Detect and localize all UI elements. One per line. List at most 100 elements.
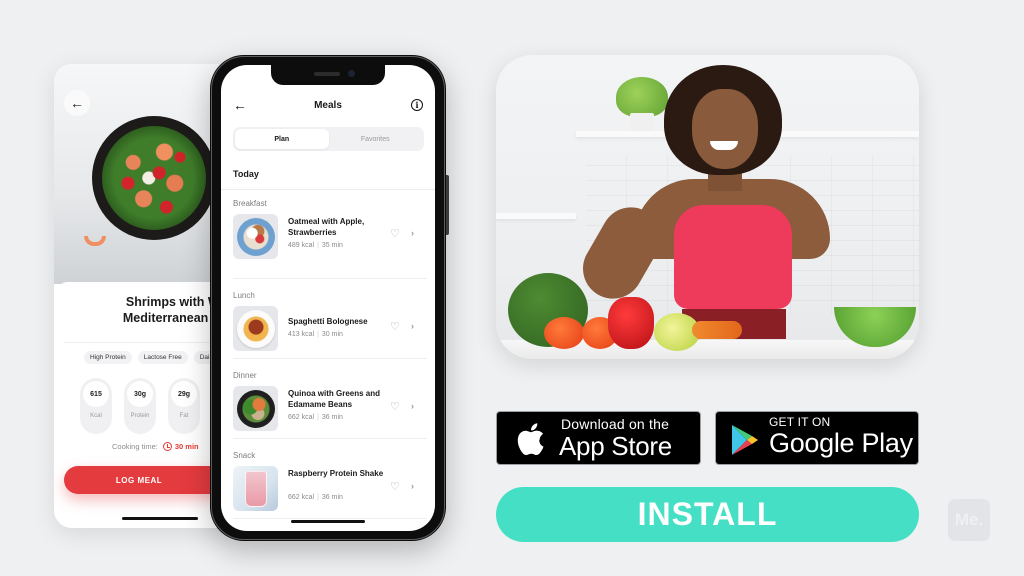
meal-info-card: Shrimps with Warm Mediterranean Salad Hi… [54,282,234,528]
chevron-right-icon[interactable]: › [411,481,414,491]
meal-thumbnail [233,466,278,511]
google-play-icon [732,425,758,455]
plant-pot [630,113,654,131]
speaker-grille [314,72,340,76]
meal-meta: 662 kcal | 36 min [288,414,343,421]
day-label: Today [233,169,259,179]
nutrition-value: 615 [83,381,109,407]
shake-image [244,470,267,507]
section-label: Lunch [233,291,255,300]
shelf [496,213,576,219]
meal-time: 35 min [321,242,343,249]
google-play-big-text: Google Play [769,428,913,458]
section-label: Snack [233,451,256,460]
heart-icon[interactable]: ♡ [390,400,400,413]
home-indicator [122,517,198,520]
app-store-big-text: App Store [559,431,672,461]
meal-meta: 662 kcal | 36 min [288,494,343,501]
meal-section-lunch[interactable]: Lunch Spaghetti Bolognese 413 kcal | 30 mi… [233,279,427,359]
sports-top [674,205,792,309]
google-play-small-text: GET IT ON [769,415,831,429]
cooking-time-label: Cooking time: [112,442,158,451]
tag: High Protein [84,351,132,364]
meal-kcal: 489 kcal [288,242,315,249]
screen-title: Meals [314,100,342,111]
cooking-time-value: 30 min [162,442,199,451]
meal-time: 30 min [321,331,343,338]
separator: | [317,331,319,338]
nutrition-protein: 30g Protein [124,378,156,434]
tomato [544,317,584,349]
nutrition-facts: 615 Kcal 30g Protein 29g Fat [80,378,200,434]
meal-hero-image: ← [54,64,234,284]
section-label: Dinner [233,371,257,380]
meal-meta: 489 kcal | 35 min [288,242,343,249]
red-pepper [608,297,654,349]
chevron-right-icon[interactable]: › [411,321,414,331]
tag: Lactose Free [137,351,188,364]
nutrition-value: 29g [171,381,197,407]
heart-icon[interactable]: ♡ [390,227,400,240]
meal-time: 36 min [321,494,343,501]
nutrition-label: Protein [130,413,150,419]
face [692,89,758,169]
salad-bowl-image [92,116,216,240]
meal-name: Quinoa with Greens and Edamame Beans [288,389,381,409]
separator: | [317,414,319,421]
home-indicator [291,520,365,523]
meal-section-dinner[interactable]: Dinner Quinoa with Greens and Edamame Be… [233,359,427,439]
plant [616,77,668,117]
shrimp-decoration [84,236,106,246]
meal-detail-screen: ← Shrimps with Warm Mediterranean Salad … [54,64,234,528]
install-button[interactable]: INSTALL [496,487,919,542]
meal-thumbnail [233,386,278,431]
meal-section-breakfast[interactable]: Breakfast Oatmeal with Apple, Strawberri… [233,199,427,279]
divider [64,342,234,343]
meals-screen: ← Meals i Plan Favorites Today Breakfast… [221,65,435,531]
meal-name: Spaghetti Bolognese [288,317,368,326]
nutrition-label: Fat [179,413,189,419]
clock-icon [162,442,172,451]
cooking-time: Cooking time: 30 min [112,442,199,451]
tab-plan[interactable]: Plan [235,129,329,149]
oatmeal-image [236,217,275,256]
phone-notch [271,65,385,85]
app-store-small-text: Download on the [561,416,670,432]
apple-icon [517,423,544,456]
top-bar: ← Meals i [221,97,435,117]
section-label: Breakfast [233,199,267,208]
meal-meta: 413 kcal | 30 min [288,331,343,338]
meal-thumbnail [233,306,278,351]
tab-favorites[interactable]: Favorites [329,129,423,149]
meal-kcal: 662 kcal [288,414,315,421]
chevron-right-icon[interactable]: › [411,401,414,411]
meal-thumbnail [233,214,278,259]
info-icon[interactable]: i [411,99,423,111]
meal-kcal: 662 kcal [288,494,315,501]
quinoa-image [236,389,275,428]
nutrition-label: Kcal [90,413,102,419]
meal-list: Breakfast Oatmeal with Apple, Strawberri… [233,199,427,519]
separator: | [317,494,319,501]
meal-name: Raspberry Protein Shake [288,469,384,478]
meal-name: Oatmeal with Apple, Strawberries [288,217,365,237]
meal-section-snack[interactable]: Snack Raspberry Protein Shake 662 kcal | 3… [233,439,427,519]
back-button[interactable]: ← [64,90,90,116]
nutrition-fat: 29g Fat [168,378,200,434]
chevron-right-icon[interactable]: › [411,228,414,238]
nutrition-kcal: 615 Kcal [80,378,112,434]
log-meal-button[interactable]: LOG MEAL [64,466,234,494]
google-play-badge[interactable]: GET IT ON Google Play [715,411,919,465]
carrot [692,321,742,339]
nutrition-value: 30g [127,381,153,407]
divider [221,189,435,190]
app-store-badge[interactable]: Download on the App Store [496,411,701,465]
segmented-control: Plan Favorites [233,127,424,151]
phone-side-button [446,175,449,235]
meal-time: 36 min [321,414,343,421]
meal-title: Shrimps with Warm Mediterranean Salad [54,294,234,326]
heart-icon[interactable]: ♡ [390,480,400,493]
spaghetti-image [236,309,275,348]
cooking-time-text: 30 min [174,442,199,451]
heart-icon[interactable]: ♡ [390,320,400,333]
